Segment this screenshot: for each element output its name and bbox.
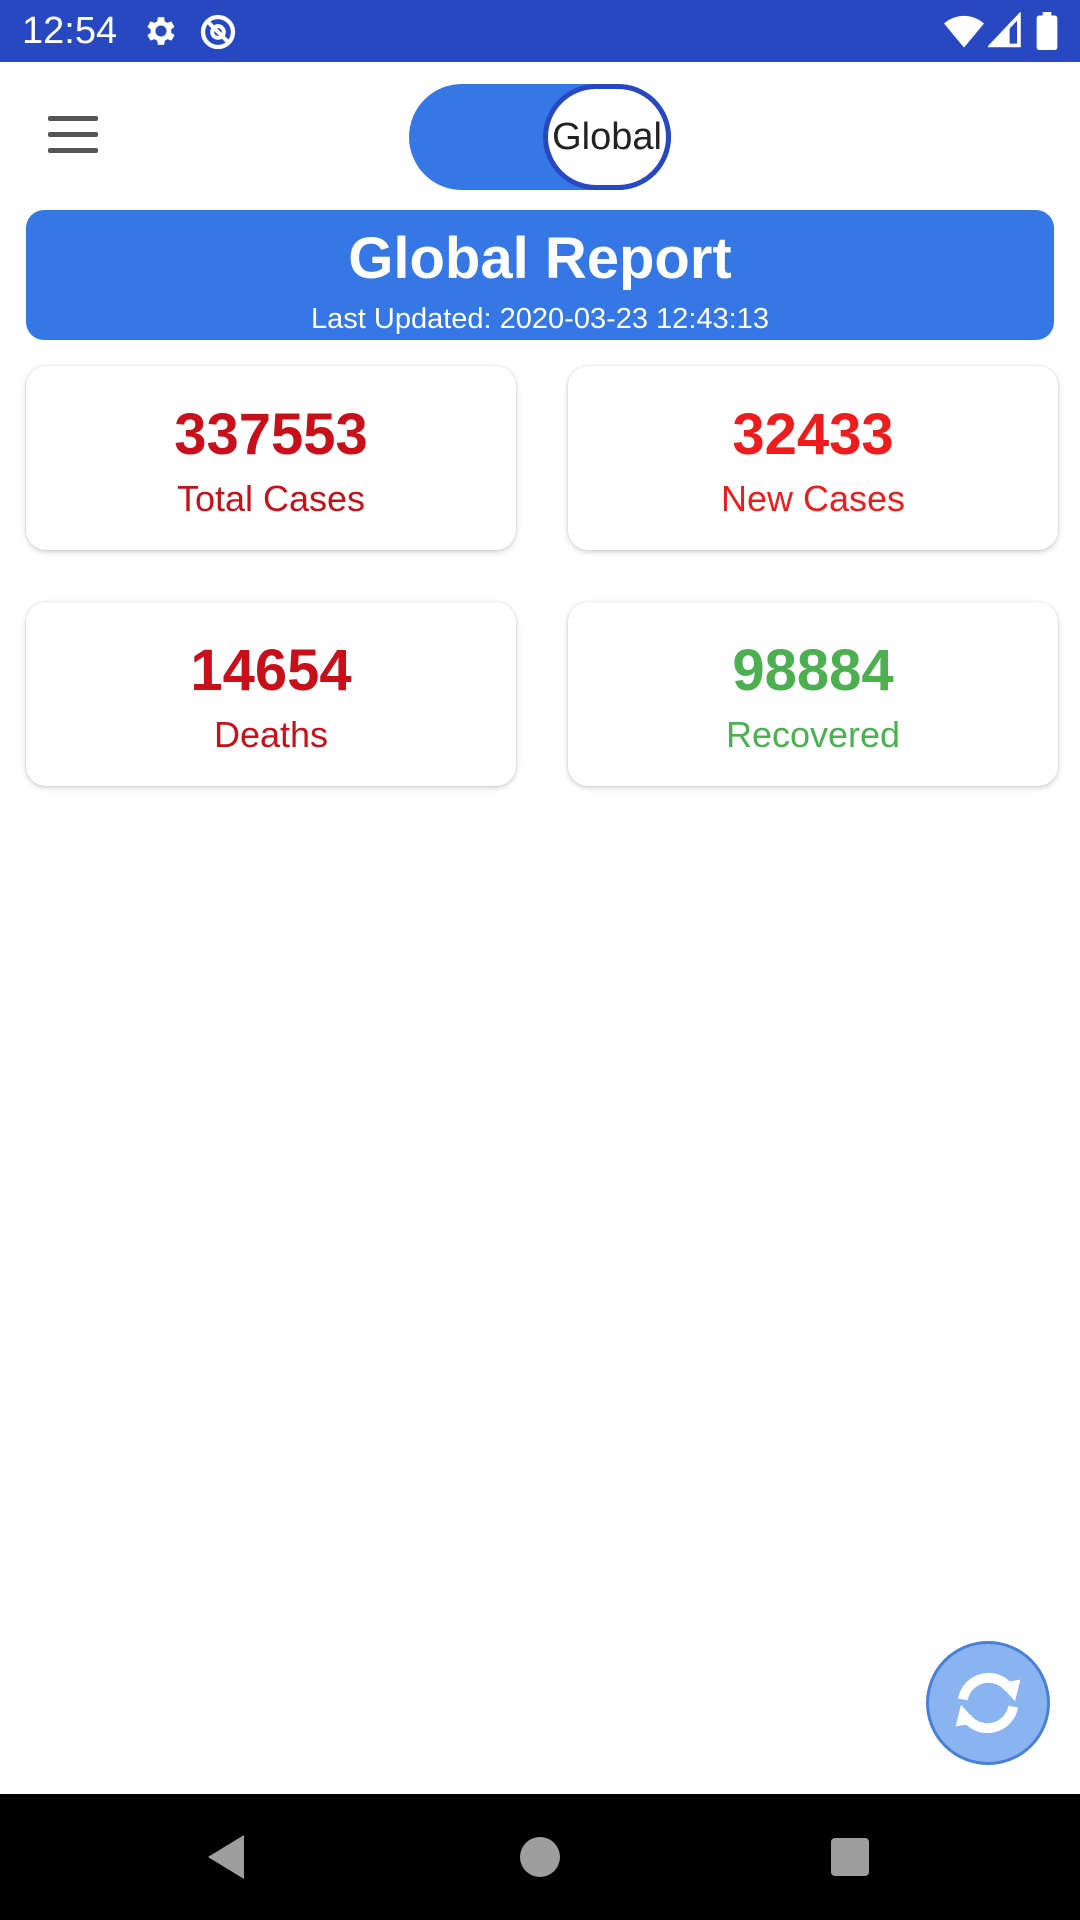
report-title: Global Report — [348, 226, 732, 291]
recovered-card: 98884 Recovered — [568, 602, 1058, 786]
back-icon — [208, 1835, 244, 1879]
new-cases-label: New Cases — [720, 478, 906, 519]
wifi-icon — [944, 12, 984, 50]
battery-icon — [1036, 12, 1058, 50]
signal-icon — [988, 12, 1022, 48]
recovered-value: 98884 — [732, 638, 894, 703]
new-cases-card: 32433 New Cases — [568, 366, 1058, 550]
recovered-label: Recovered — [725, 714, 901, 755]
new-cases-value: 32433 — [732, 402, 894, 467]
total-cases-card: 337553 Total Cases — [26, 366, 516, 550]
home-icon — [520, 1837, 560, 1877]
back-button[interactable] — [196, 1827, 256, 1887]
menu-button[interactable] — [38, 110, 108, 160]
deaths-label: Deaths — [213, 714, 329, 755]
total-cases-label: Total Cases — [176, 478, 366, 519]
scope-toggle[interactable]: Global — [409, 84, 671, 190]
status-bar: 12:54 — [0, 0, 1080, 62]
last-updated: Last Updated: 2020-03-23 12:43:13 — [311, 303, 769, 335]
recents-button[interactable] — [820, 1827, 880, 1887]
scope-toggle-label: Global — [552, 115, 662, 158]
home-button[interactable] — [510, 1827, 570, 1887]
at-icon — [198, 12, 238, 52]
deaths-card: 14654 Deaths — [26, 602, 516, 786]
recents-icon — [831, 1838, 869, 1876]
refresh-icon — [955, 1672, 1021, 1734]
status-time: 12:54 — [22, 10, 118, 52]
gear-icon — [142, 12, 180, 50]
scope-toggle-knob: Global — [543, 84, 671, 190]
deaths-value: 14654 — [190, 638, 352, 703]
refresh-button[interactable] — [926, 1641, 1050, 1765]
navigation-bar — [0, 1794, 1080, 1920]
total-cases-value: 337553 — [174, 402, 368, 467]
report-banner: Global Report Last Updated: 2020-03-23 1… — [26, 210, 1054, 340]
